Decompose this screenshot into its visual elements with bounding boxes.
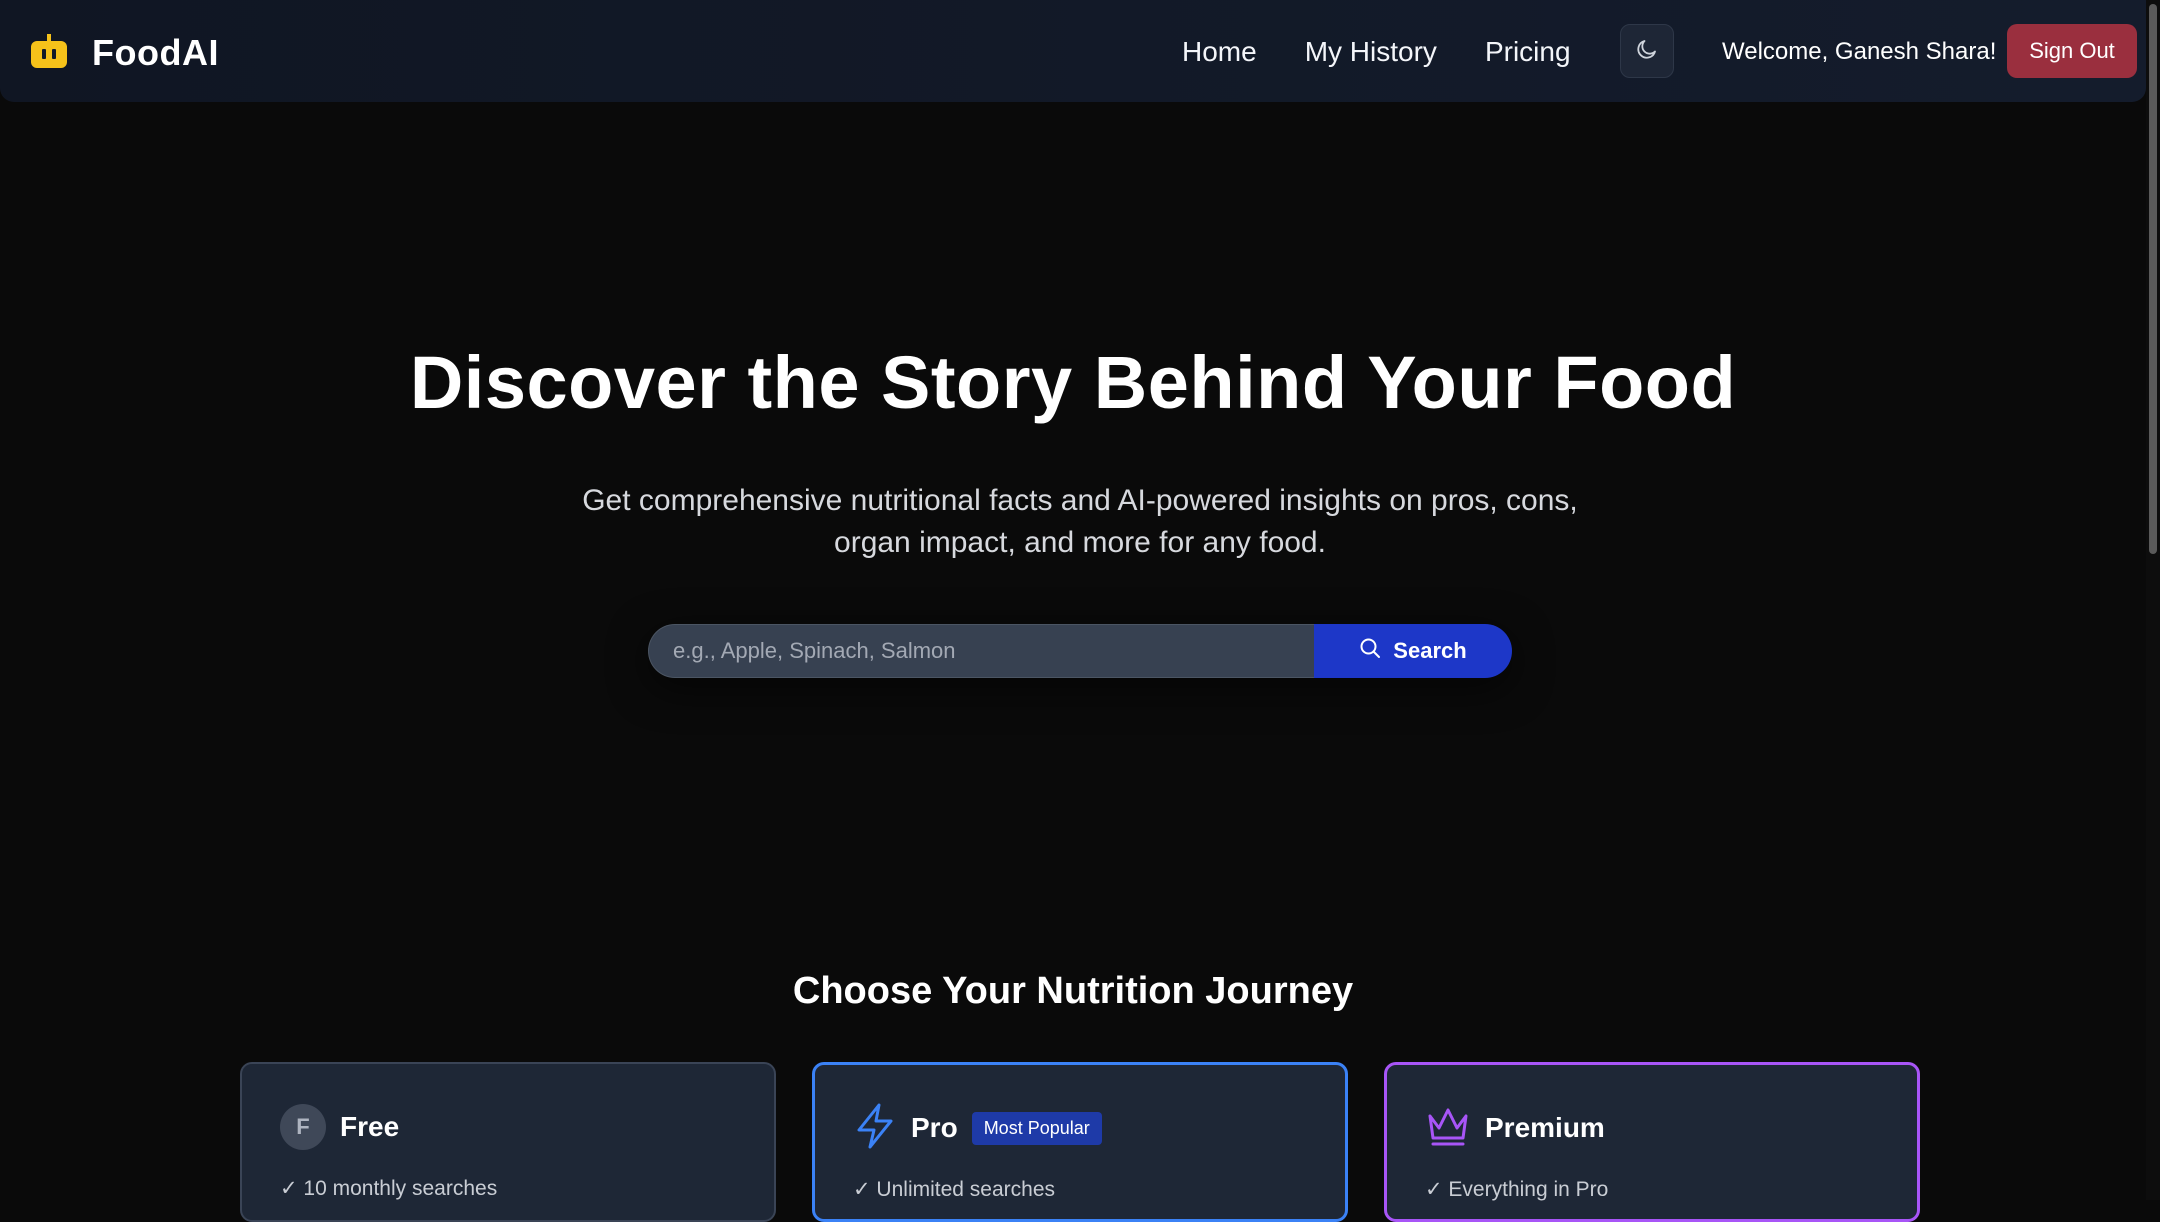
- plan-name: Premium: [1485, 1112, 1605, 1143]
- hero-title: Discover the Story Behind Your Food: [409, 341, 1737, 424]
- search-icon: [1359, 637, 1381, 665]
- plan-card-premium[interactable]: Premium ✓ Everything in Pro: [1384, 1062, 1920, 1222]
- lightning-icon: [853, 1103, 897, 1154]
- brand-name: FoodAI: [92, 32, 219, 73]
- plan-card-free[interactable]: F Free ✓ 10 monthly searches: [240, 1062, 776, 1222]
- hero-subtitle: Get comprehensive nutritional facts and …: [540, 480, 1620, 564]
- top-navbar: FoodAI Home My History Pricing Welcome, …: [0, 0, 2146, 102]
- plan-header: Premium: [1425, 1103, 1605, 1153]
- search-button[interactable]: Search: [1314, 624, 1512, 678]
- robot-logo-icon: [28, 32, 70, 74]
- plan-feature: ✓ Unlimited searches: [853, 1178, 1056, 1201]
- hero-subtitle-line-2: organ impact, and more for any food.: [834, 526, 1326, 559]
- crown-icon: [1425, 1104, 1471, 1153]
- nav-pricing[interactable]: Pricing: [1485, 32, 1571, 72]
- search-bar: Search: [648, 624, 1512, 678]
- plan-avatar: F: [280, 1104, 326, 1150]
- search-button-label: Search: [1393, 638, 1467, 663]
- welcome-text: Welcome, Ganesh Shara!: [1722, 38, 1997, 65]
- brand[interactable]: FoodAI: [28, 28, 219, 78]
- plan-header: Pro Most Popular: [853, 1103, 1102, 1153]
- plans-title: Choose Your Nutrition Journey: [792, 970, 1354, 1012]
- scrollbar[interactable]: [2146, 0, 2160, 1200]
- scrollbar-thumb[interactable]: [2149, 4, 2157, 554]
- plan-name: Pro: [911, 1112, 958, 1143]
- moon-icon: [1635, 37, 1659, 66]
- plan-header: F Free: [280, 1102, 399, 1152]
- nav-home[interactable]: Home: [1182, 32, 1257, 72]
- plan-feature: ✓ Everything in Pro: [1425, 1178, 1609, 1201]
- plan-feature: ✓ 10 monthly searches: [280, 1177, 498, 1200]
- plan-name: Free: [340, 1111, 400, 1142]
- theme-toggle-button[interactable]: [1620, 24, 1674, 78]
- nav-my-history[interactable]: My History: [1305, 32, 1437, 72]
- food-search-input[interactable]: [648, 624, 1314, 678]
- hero-subtitle-line-1: Get comprehensive nutritional facts and …: [582, 484, 1578, 517]
- most-popular-badge: Most Popular: [971, 1111, 1102, 1145]
- plan-card-pro[interactable]: Pro Most Popular ✓ Unlimited searches: [812, 1062, 1348, 1222]
- nav-links: Home My History Pricing: [1182, 32, 1619, 72]
- sign-out-button[interactable]: Sign Out: [2007, 24, 2137, 78]
